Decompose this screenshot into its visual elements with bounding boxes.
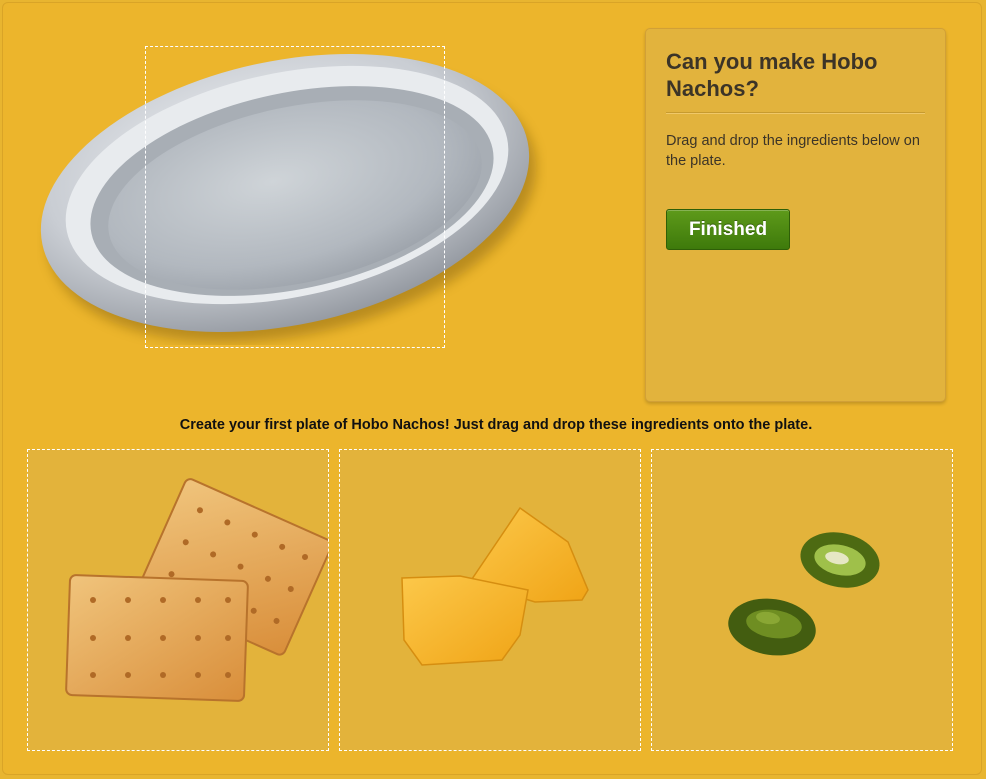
instructions-text: Create your first plate of Hobo Nachos! … (179, 417, 813, 433)
info-panel: Can you make Hobo Nachos? Drag and drop … (645, 28, 946, 402)
finished-button[interactable]: Finished (666, 209, 790, 250)
ingredient-tile-cheese[interactable] (339, 449, 641, 751)
panel-description: Drag and drop the ingredients below on t… (666, 133, 920, 169)
ingredient-tile-crackers[interactable] (27, 449, 329, 751)
ingredient-tile-jalapenos[interactable] (651, 449, 953, 751)
panel-title: Can you make Hobo Nachos? (666, 49, 878, 101)
plate-drop-zone[interactable] (145, 46, 445, 348)
cheese-slices-icon (401, 506, 589, 666)
jalapeno-slices-icon (728, 532, 880, 656)
divider (666, 112, 925, 114)
crackers-icon (65, 478, 328, 702)
